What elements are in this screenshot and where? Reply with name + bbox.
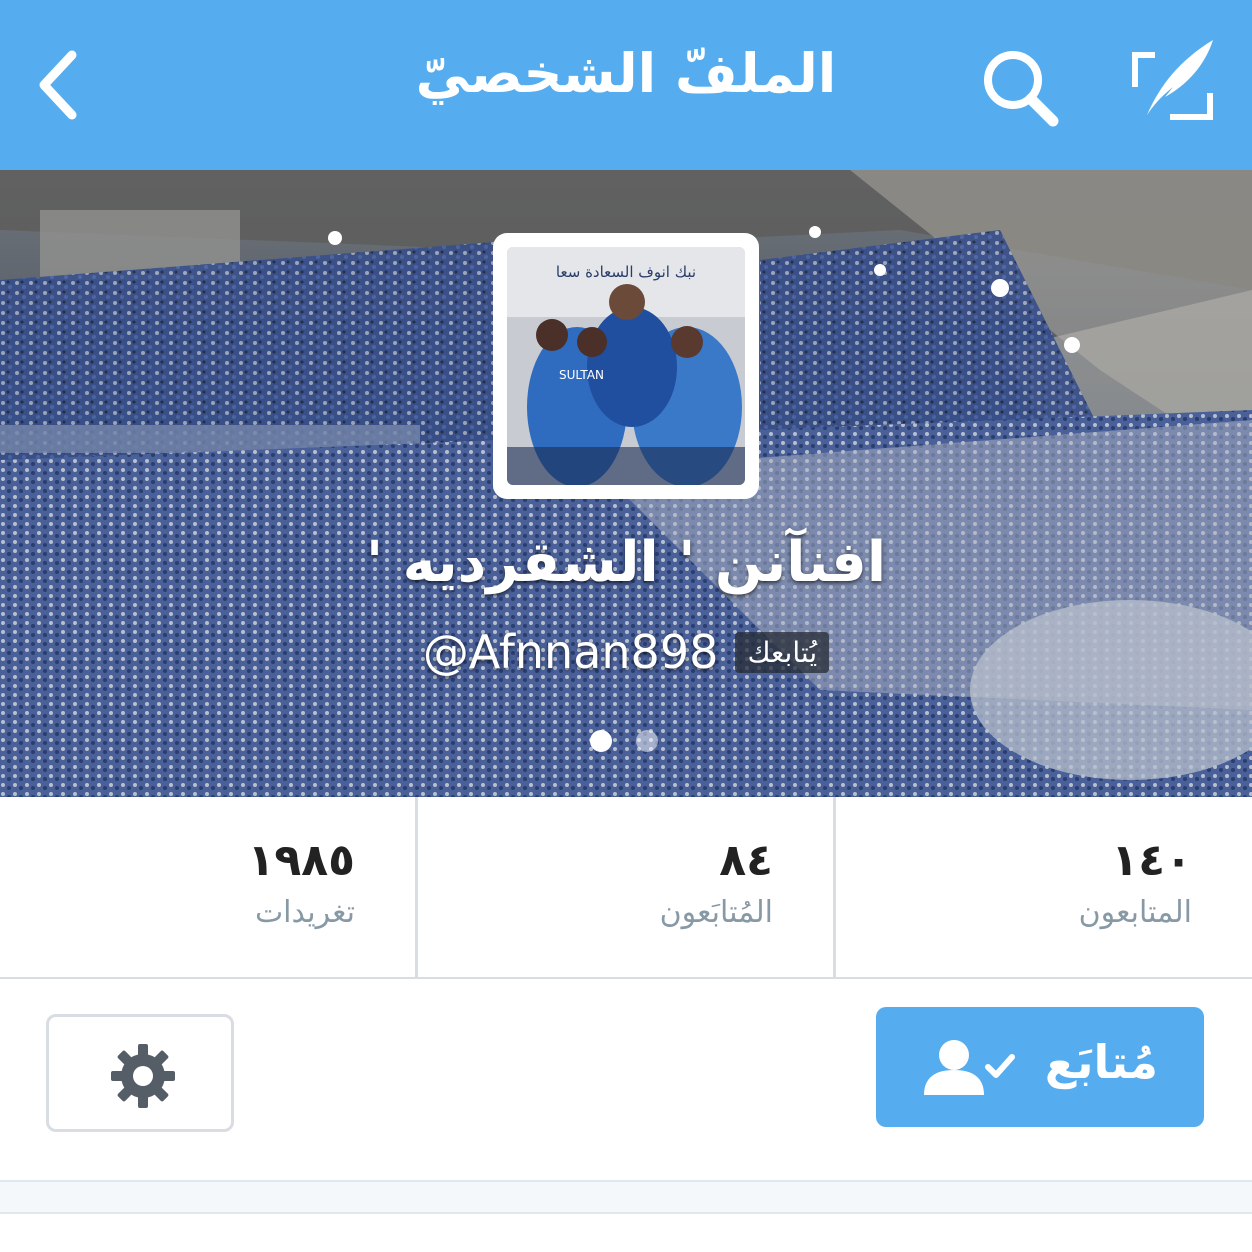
profile-stats: ١٤٠ المتابعون ٨٤ المُتابَعون ١٩٨٥ تغريدا… <box>0 797 1252 979</box>
stat-following[interactable]: ٨٤ المُتابَعون <box>418 797 833 977</box>
section-divider <box>0 1180 1252 1214</box>
svg-text:نبك انوف السعادة سعا: نبك انوف السعادة سعا <box>556 263 696 281</box>
profile-header-banner: نبك انوف السعادة سعا SULTAN افنآنن ' الش… <box>0 170 1252 797</box>
user-handle: @Afnnan898 <box>422 625 719 679</box>
svg-text:SULTAN: SULTAN <box>559 368 604 382</box>
divider <box>833 797 836 977</box>
avatar-image: نبك انوف السعادة سعا SULTAN <box>507 247 745 485</box>
stat-followers-value: ١٤٠ <box>1111 835 1192 886</box>
user-check-icon <box>924 1040 1015 1095</box>
stat-tweets-label: تغريدات <box>254 895 355 930</box>
search-icon[interactable] <box>975 45 1065 130</box>
follows-you-badge: يُتابعك <box>735 631 830 673</box>
gear-icon <box>111 1044 175 1108</box>
stat-tweets[interactable]: ١٩٨٥ تغريدات <box>0 797 415 977</box>
following-button[interactable]: مُتابَع <box>876 1007 1204 1127</box>
stat-tweets-value: ١٩٨٥ <box>247 835 355 886</box>
nav-bar: الملفّ الشخصيّ <box>0 0 1252 170</box>
stat-followers-label: المتابعون <box>1078 895 1192 930</box>
settings-button[interactable] <box>46 1014 234 1132</box>
display-name: افنآنن ' الشقرديه ' <box>365 530 887 595</box>
page-dot[interactable] <box>636 730 658 752</box>
following-button-label: مُتابَع <box>1044 1035 1158 1089</box>
page-dot-active[interactable] <box>590 730 612 752</box>
stat-followers[interactable]: ١٤٠ المتابعون <box>836 797 1252 977</box>
compose-tweet-icon[interactable] <box>1125 35 1220 130</box>
stat-following-value: ٨٤ <box>719 835 773 886</box>
avatar[interactable]: نبك انوف السعادة سعا SULTAN <box>493 233 759 499</box>
stat-following-label: المُتابَعون <box>659 895 773 930</box>
handle-row: يُتابعك @Afnnan898 <box>0 625 1252 679</box>
divider <box>415 797 418 977</box>
